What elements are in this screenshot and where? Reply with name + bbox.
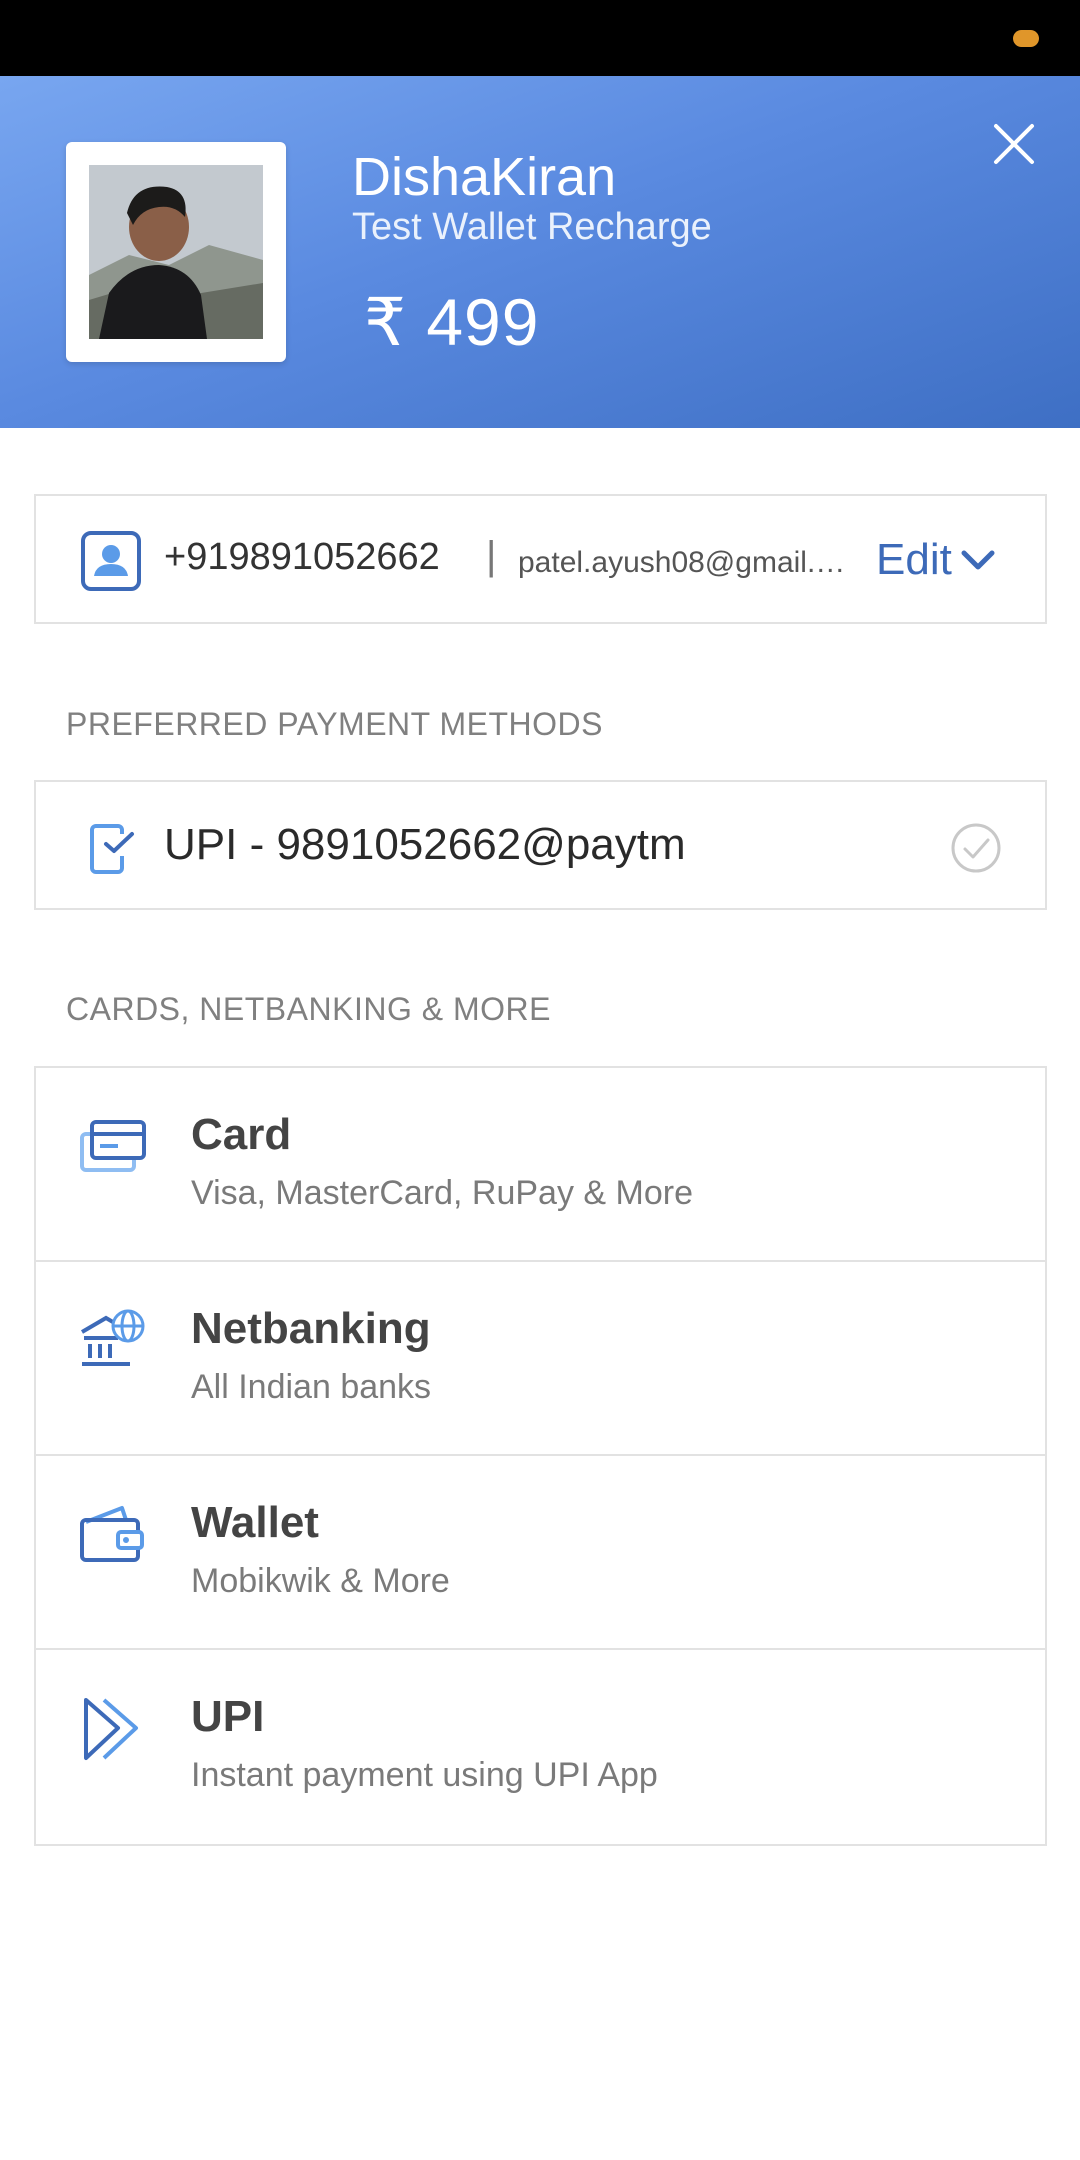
card-icon	[80, 1120, 146, 1172]
method-card[interactable]: Card Visa, MasterCard, RuPay & More	[36, 1068, 1045, 1262]
status-bar	[0, 0, 1080, 76]
contact-details: +919891052662 | patel.ayush08@gmail.com …	[34, 494, 1047, 624]
contact-phone: +919891052662	[164, 536, 440, 578]
edit-contact-button[interactable]: Edit	[876, 530, 996, 590]
checkout-header: DishaKiran Test Wallet Recharge ₹ 499	[0, 76, 1080, 428]
check-circle-icon	[951, 823, 1001, 873]
method-title: Netbanking	[191, 1304, 431, 1353]
avatar	[89, 165, 263, 339]
method-title: Wallet	[191, 1498, 319, 1547]
method-upi[interactable]: UPI Instant payment using UPI App	[36, 1650, 1045, 1844]
chevron-down-icon	[961, 550, 995, 570]
preferred-upi-label: UPI - 9891052662@paytm	[164, 820, 686, 869]
method-subtitle: Visa, MasterCard, RuPay & More	[191, 1174, 693, 1212]
wallet-icon	[80, 1506, 144, 1562]
upi-icon	[84, 1698, 138, 1760]
merchant-logo	[66, 142, 286, 362]
close-icon	[994, 124, 1034, 164]
method-title: Card	[191, 1110, 292, 1159]
method-subtitle: Mobikwik & More	[191, 1562, 450, 1600]
amount: ₹ 499	[364, 285, 540, 359]
method-subtitle: Instant payment using UPI App	[191, 1756, 658, 1794]
battery-icon	[1013, 30, 1039, 47]
method-title: UPI	[191, 1692, 265, 1741]
method-netbanking[interactable]: Netbanking All Indian banks	[36, 1262, 1045, 1456]
contact-email: patel.ayush08@gmail.com	[518, 546, 848, 579]
preferred-upi-option[interactable]: UPI - 9891052662@paytm	[34, 780, 1047, 910]
preferred-methods-title: PREFERRED PAYMENT METHODS	[66, 706, 603, 742]
merchant-name: DishaKiran	[352, 147, 617, 207]
close-button[interactable]	[986, 116, 1042, 172]
other-methods-title: CARDS, NETBANKING & MORE	[66, 991, 551, 1027]
method-wallet[interactable]: Wallet Mobikwik & More	[36, 1456, 1045, 1650]
edit-label: Edit	[876, 535, 952, 584]
contact-separator: |	[486, 534, 497, 578]
payment-methods-list: Card Visa, MasterCard, RuPay & More Netb…	[34, 1066, 1047, 1846]
contact-card-icon	[81, 531, 141, 591]
upi-mobile-icon	[90, 824, 134, 874]
method-subtitle: All Indian banks	[191, 1368, 432, 1406]
bank-icon	[80, 1309, 145, 1366]
payment-description: Test Wallet Recharge	[352, 206, 712, 248]
